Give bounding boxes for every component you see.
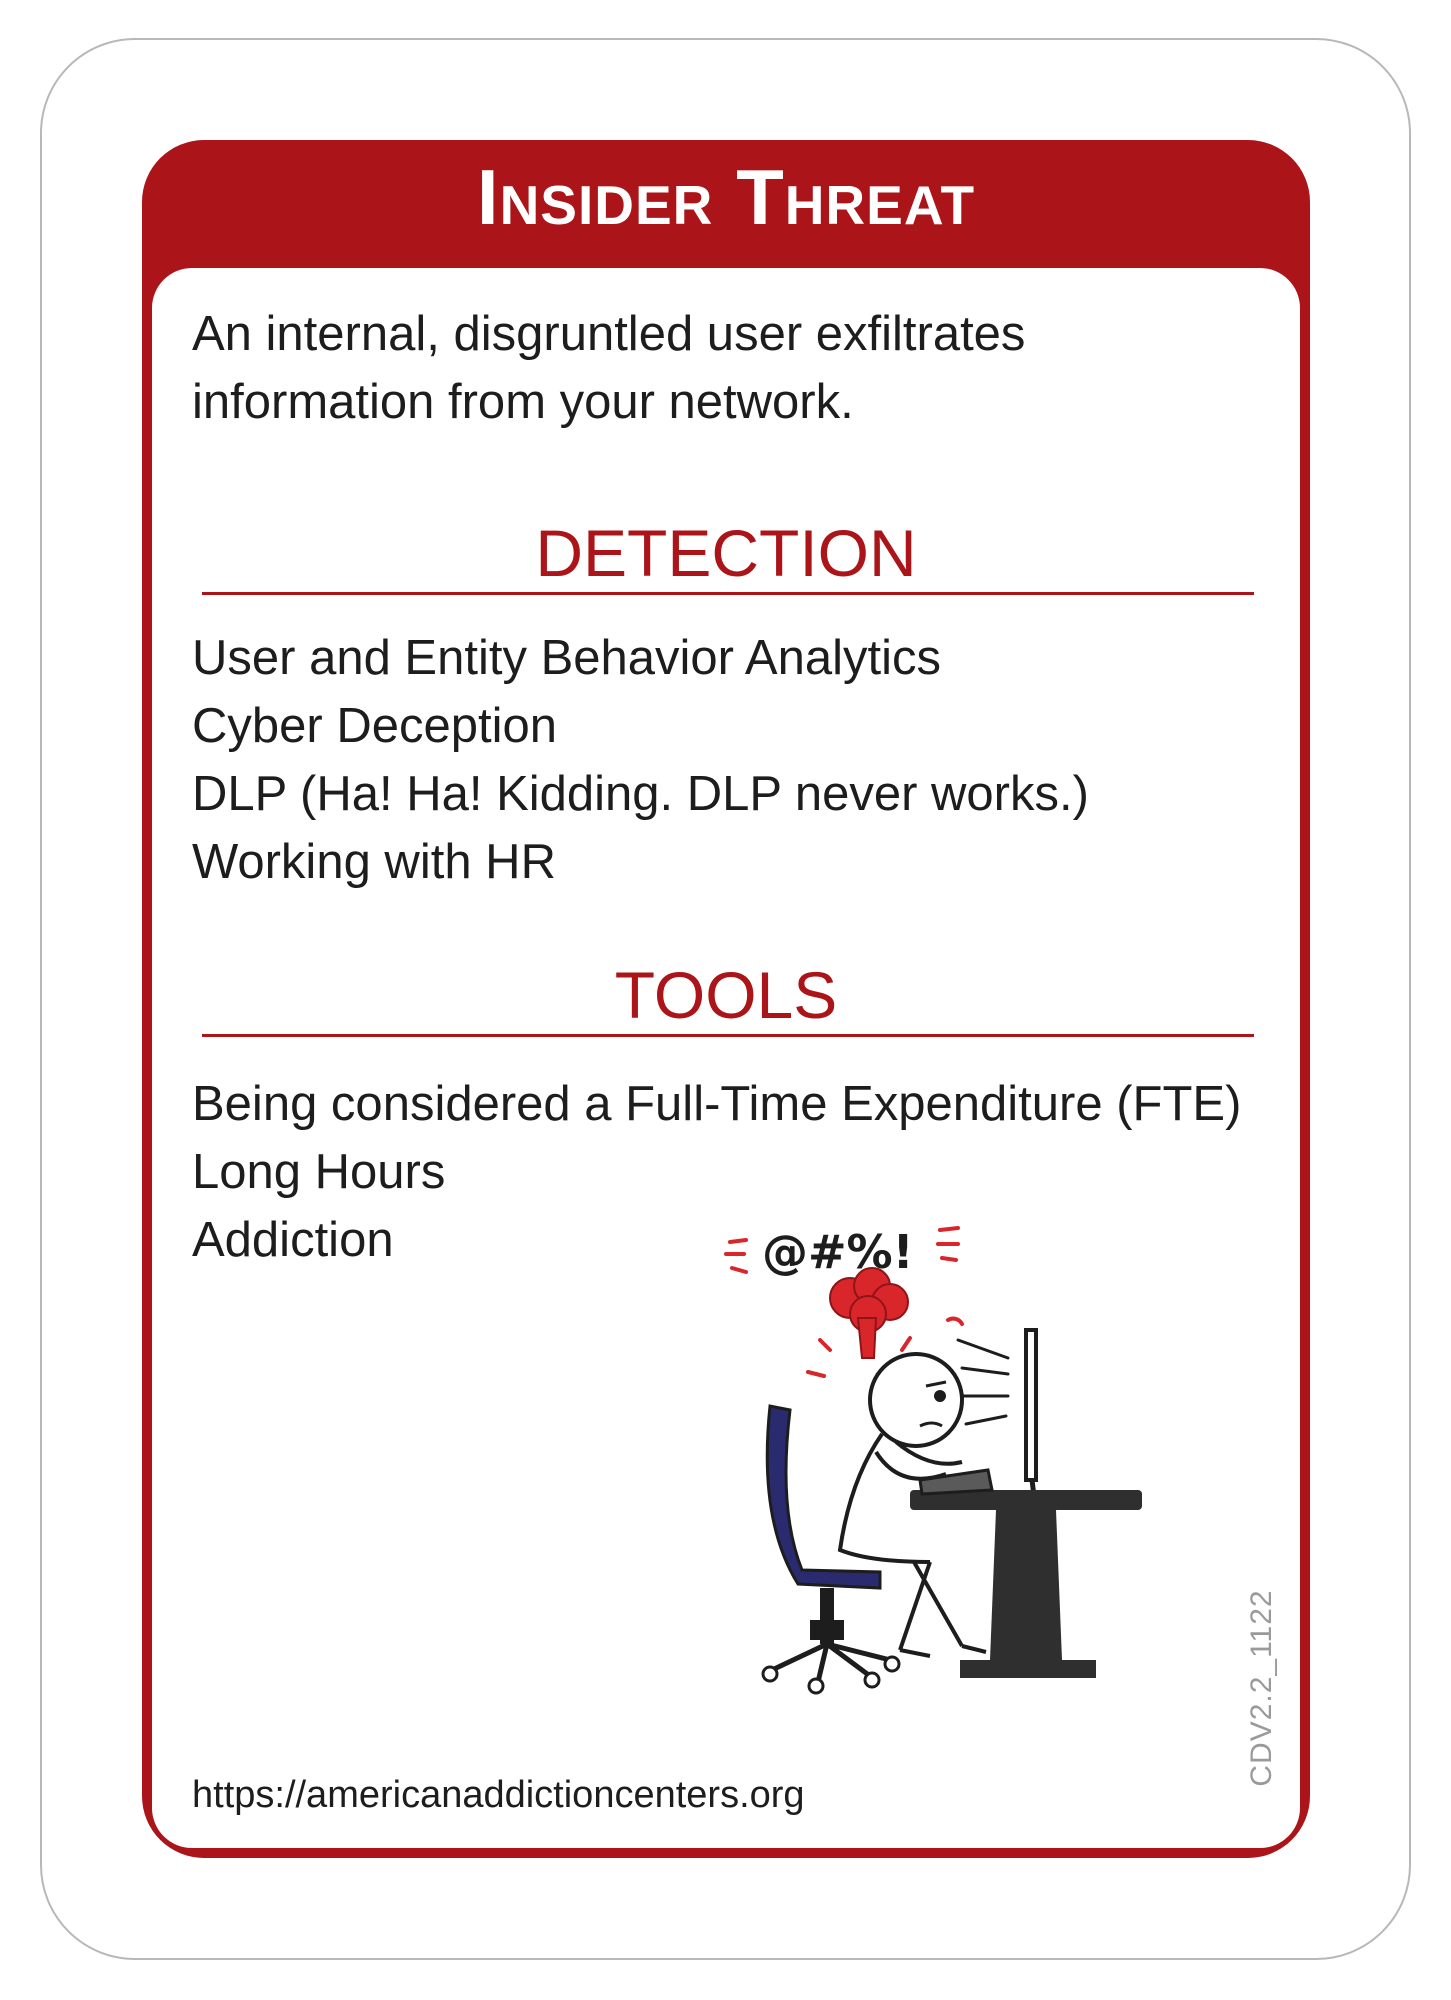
frustrated-stick-figure-at-computer-icon: @#%!	[724, 1225, 1142, 1695]
card-code: CDV2.2_1122	[1245, 1589, 1278, 1787]
detection-item: DLP (Ha! Ha! Kidding. DLP never works.)	[192, 767, 1089, 821]
detection-heading: DETECTION	[535, 516, 917, 590]
detection-list: User and Entity Behavior Analytics Cyber…	[192, 624, 1089, 896]
tools-divider	[202, 1034, 1254, 1037]
detection-item: Working with HR	[192, 835, 556, 889]
tools-item: Being considered a Full-Time Expenditure…	[192, 1077, 1242, 1131]
footer-url: https://americanaddictioncenters.org	[192, 1774, 805, 1816]
detection-item: Cyber Deception	[192, 699, 557, 753]
anger-symbols: @#%!	[762, 1225, 914, 1279]
detection-divider	[202, 592, 1254, 595]
detection-item: User and Entity Behavior Analytics	[192, 631, 941, 685]
tools-heading: TOOLS	[614, 958, 838, 1032]
card-description: An internal, disgruntled user exfiltrate…	[192, 307, 1026, 429]
card-title: Insider Threat	[476, 153, 976, 241]
